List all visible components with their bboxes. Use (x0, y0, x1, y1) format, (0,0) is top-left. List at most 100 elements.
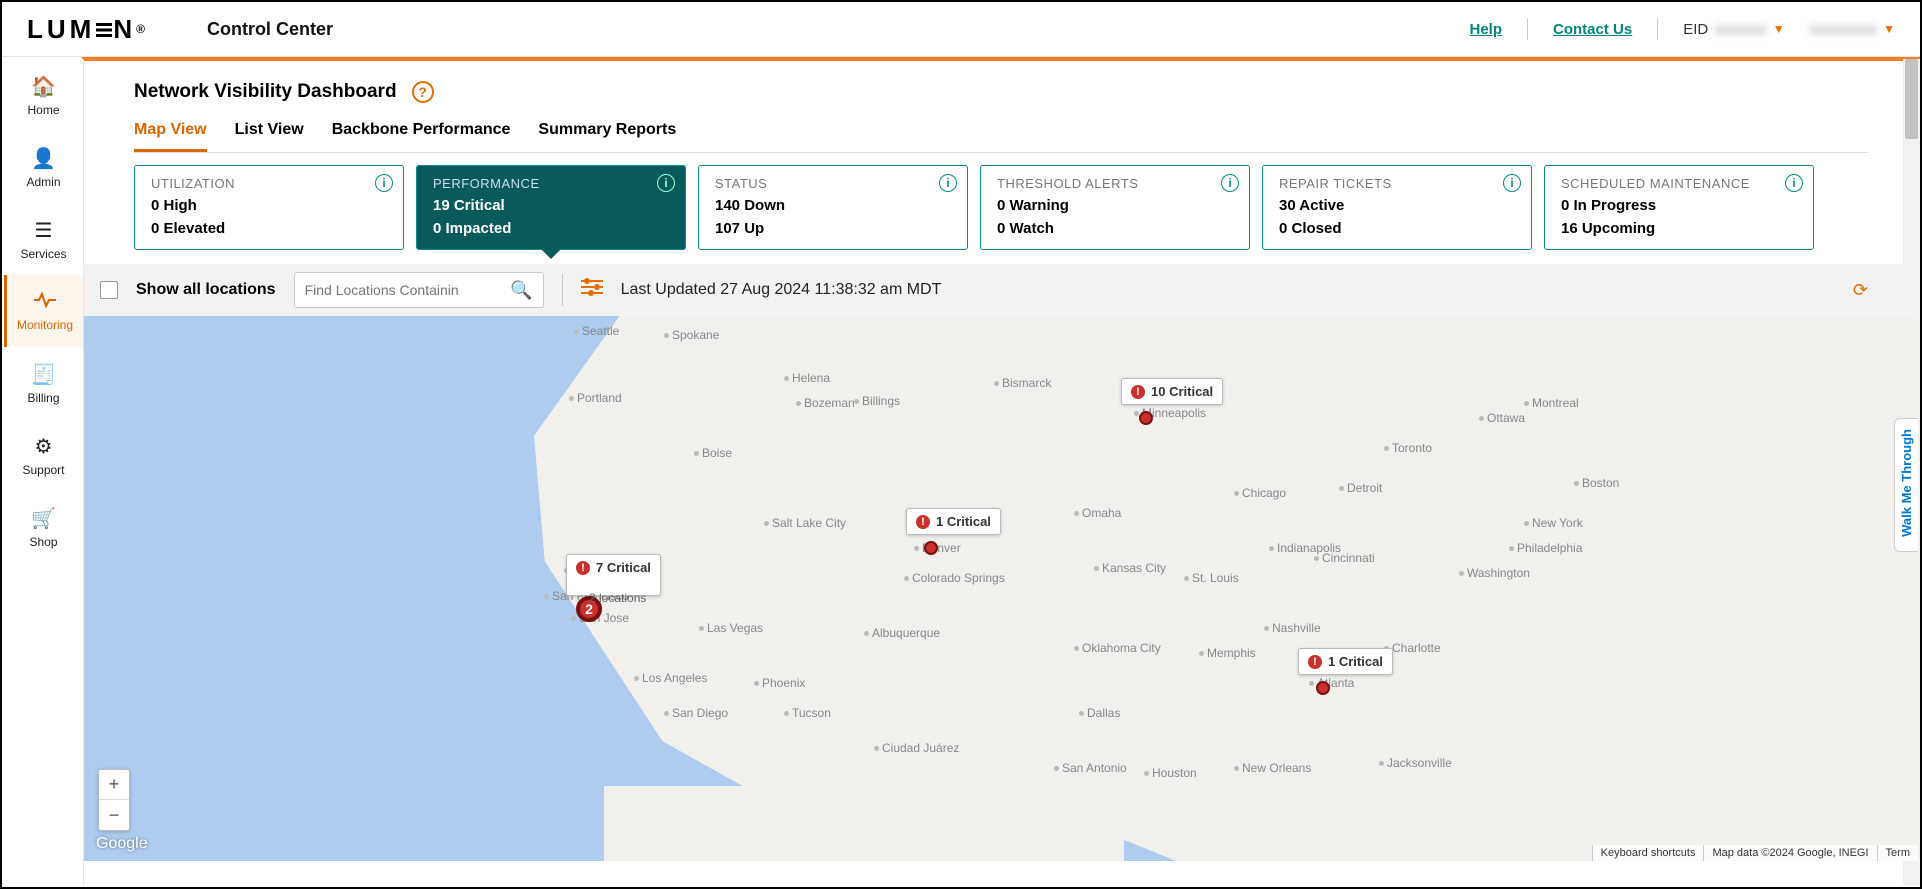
help-link[interactable]: Help (1470, 21, 1503, 38)
zoom-out-button[interactable]: − (99, 800, 129, 830)
terms-link[interactable]: Term (1877, 845, 1918, 861)
map-marker[interactable]: ! 1 Critical (924, 541, 938, 555)
nav-services[interactable]: ☰ Services (4, 203, 83, 275)
nav-label: Shop (29, 535, 57, 549)
card-threshold[interactable]: i THRESHOLD ALERTS 0 Warning 0 Watch (980, 165, 1250, 250)
show-all-label[interactable]: Show all locations (136, 281, 276, 299)
city-label: Dallas (1079, 706, 1120, 720)
stat-cards: i UTILIZATION 0 High 0 Elevated i PERFOR… (84, 153, 1918, 250)
nav-label: Monitoring (17, 318, 73, 332)
marker-callout[interactable]: ! 10 Critical (1121, 378, 1223, 405)
info-icon[interactable]: i (939, 174, 957, 192)
city-label: Detroit (1339, 481, 1382, 495)
search-icon[interactable]: 🔍 (510, 280, 532, 301)
info-icon[interactable]: i (375, 174, 393, 192)
card-performance[interactable]: i PERFORMANCE 19 Critical 0 Impacted (416, 165, 686, 250)
card-line2: 0 Watch (997, 220, 1233, 237)
alert-icon: ! (916, 515, 930, 529)
card-line1: 19 Critical (433, 197, 669, 214)
filter-icon[interactable] (581, 278, 603, 302)
tab-list-view[interactable]: List View (235, 121, 304, 152)
card-line1: 0 Warning (997, 197, 1233, 214)
card-line2: 0 Impacted (433, 220, 669, 237)
nav-billing[interactable]: 🧾 Billing (4, 347, 83, 419)
map-marker-cluster[interactable]: ! 7 Critical 2 locations 2 (576, 596, 602, 622)
logo-text2: N (113, 14, 134, 45)
page-head: Network Visibility Dashboard ? Map View … (84, 63, 1918, 153)
city-label: Seattle (574, 324, 619, 338)
card-line1: 0 In Progress (1561, 197, 1797, 214)
city-label: New Orleans (1234, 761, 1311, 775)
tab-map-view[interactable]: Map View (134, 121, 207, 152)
city-label: Houston (1144, 766, 1197, 780)
city-label: Billings (854, 394, 900, 408)
city-label: Chicago (1234, 486, 1286, 500)
card-line2: 0 Closed (1279, 220, 1515, 237)
card-title: REPAIR TICKETS (1279, 176, 1515, 191)
card-maintenance[interactable]: i SCHEDULED MAINTENANCE 0 In Progress 16… (1544, 165, 1814, 250)
nav-shop[interactable]: 🛒 Shop (4, 491, 83, 563)
contact-link[interactable]: Contact Us (1553, 21, 1632, 38)
nav-admin[interactable]: 👤 Admin (4, 131, 83, 203)
map[interactable]: Seattle Spokane Portland Boise Helena Bozeman… (84, 316, 1918, 861)
marker-callout[interactable]: ! 1 Critical (906, 508, 1001, 535)
land-mass (604, 786, 1124, 861)
city-label: Boston (1574, 476, 1619, 490)
info-icon[interactable]: i (1785, 174, 1803, 192)
city-label: Cincinnati (1314, 551, 1375, 565)
marker-callout[interactable]: ! 1 Critical (1298, 648, 1393, 675)
eid-label: EID (1683, 21, 1708, 38)
card-status[interactable]: i STATUS 140 Down 107 Up (698, 165, 968, 250)
map-marker[interactable]: ! 1 Critical (1316, 681, 1330, 695)
tab-backbone[interactable]: Backbone Performance (332, 121, 511, 152)
map-marker[interactable]: ! 10 Critical (1139, 411, 1153, 425)
city-label: Portland (569, 391, 622, 405)
divider (1527, 18, 1528, 40)
city-label: Spokane (664, 328, 719, 342)
card-repair[interactable]: i REPAIR TICKETS 30 Active 0 Closed (1262, 165, 1532, 250)
city-label: Memphis (1199, 646, 1256, 660)
chevron-down-icon: ▼ (1773, 22, 1785, 36)
city-label: Boise (694, 446, 732, 460)
nav-home[interactable]: 🏠 Home (4, 59, 83, 131)
nav-label: Services (20, 247, 66, 261)
help-icon[interactable]: ? (412, 81, 434, 103)
user-dropdown[interactable]: xxxxxxxxx ▼ (1810, 21, 1895, 38)
nav-label: Support (22, 463, 64, 477)
refresh-icon[interactable]: ⟳ (1853, 280, 1868, 301)
info-icon[interactable]: i (1503, 174, 1521, 192)
city-label: Helena (784, 371, 830, 385)
logo[interactable]: LUMN® (27, 14, 147, 45)
keyboard-shortcuts[interactable]: Keyboard shortcuts (1592, 845, 1704, 861)
tab-summary[interactable]: Summary Reports (538, 121, 676, 152)
alert-icon: ! (576, 561, 590, 575)
city-label: Bozeman (796, 396, 855, 410)
marker-label: 1 Critical (936, 514, 991, 529)
location-search[interactable]: 🔍 (294, 272, 544, 308)
nav-monitoring[interactable]: Monitoring (4, 275, 83, 347)
nav-label: Billing (27, 391, 59, 405)
nav-support[interactable]: ⚙ Support (4, 419, 83, 491)
card-utilization[interactable]: i UTILIZATION 0 High 0 Elevated (134, 165, 404, 250)
card-line1: 30 Active (1279, 197, 1515, 214)
zoom-in-button[interactable]: + (99, 770, 129, 800)
city-label: Omaha (1074, 506, 1121, 520)
accent-bar (82, 57, 1920, 61)
search-input[interactable] (305, 282, 511, 298)
marker-callout[interactable]: ! 7 Critical 2 locations (566, 554, 661, 596)
show-all-checkbox[interactable] (100, 281, 118, 299)
city-label: Oklahoma City (1074, 641, 1161, 655)
info-icon[interactable]: i (1221, 174, 1239, 192)
info-icon[interactable]: i (657, 174, 675, 192)
city-label: Bismarck (994, 376, 1051, 390)
walkme-tab[interactable]: Walk Me Through (1894, 418, 1918, 553)
city-label: Albuquerque (864, 626, 940, 640)
marker-label: 10 Critical (1151, 384, 1213, 399)
page-title: Network Visibility Dashboard (134, 81, 397, 103)
city-label: Toronto (1384, 441, 1432, 455)
eid-dropdown[interactable]: EID xxxxxxx ▼ (1683, 21, 1784, 38)
card-line1: 140 Down (715, 197, 951, 214)
eid-value: xxxxxxx (1714, 21, 1767, 38)
city-label: Las Vegas (699, 621, 763, 635)
logo-e-glyph (96, 23, 112, 37)
